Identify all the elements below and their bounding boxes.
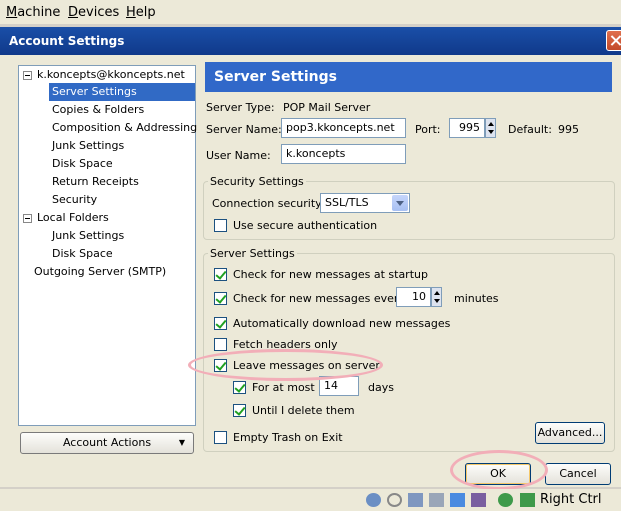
default-port-value: 995 bbox=[558, 123, 579, 136]
collapse-icon[interactable] bbox=[23, 214, 32, 223]
server-settings-title: Server Settings bbox=[208, 247, 297, 260]
for-at-most-label: For at most bbox=[252, 381, 315, 394]
fetch-headers-label: Fetch headers only bbox=[233, 338, 338, 351]
menu-machine[interactable]: Machine bbox=[6, 5, 60, 20]
tree-item-local-junk-settings[interactable]: Junk Settings bbox=[49, 227, 127, 245]
tree-item-server-settings[interactable]: Server Settings bbox=[49, 83, 195, 101]
empty-trash-checkbox[interactable] bbox=[214, 431, 227, 444]
usb-icon[interactable] bbox=[408, 493, 423, 507]
pen-icon[interactable] bbox=[429, 493, 444, 507]
collapse-icon[interactable] bbox=[23, 71, 32, 80]
menu-help[interactable]: Help bbox=[126, 5, 156, 20]
server-name-label: Server Name: bbox=[206, 123, 282, 136]
cancel-button[interactable]: Cancel bbox=[545, 463, 611, 485]
auto-download-label: Automatically download new messages bbox=[233, 317, 451, 330]
tree-item-security[interactable]: Security bbox=[49, 191, 100, 209]
server-type-value: POP Mail Server bbox=[283, 101, 371, 114]
chevron-down-icon bbox=[392, 195, 408, 211]
port-input[interactable]: 995 bbox=[449, 118, 485, 138]
dialog-title: Account Settings bbox=[9, 34, 125, 48]
close-icon[interactable] bbox=[606, 30, 621, 51]
user-name-input[interactable]: k.koncepts bbox=[281, 144, 406, 164]
connection-security-select[interactable]: SSL/TLS bbox=[320, 193, 410, 213]
server-name-input[interactable]: pop3.kkoncepts.net bbox=[281, 118, 406, 138]
default-port-label: Default: bbox=[508, 123, 552, 136]
for-at-most-checkbox[interactable] bbox=[233, 381, 246, 394]
leave-on-server-checkbox[interactable] bbox=[214, 359, 227, 372]
check-startup-label: Check for new messages at startup bbox=[233, 268, 428, 281]
days-unit: days bbox=[368, 381, 394, 394]
advanced-button[interactable]: Advanced... bbox=[535, 422, 605, 444]
until-delete-checkbox[interactable] bbox=[233, 404, 246, 417]
account-actions-label: Account Actions bbox=[62, 436, 152, 449]
check-every-checkbox[interactable] bbox=[214, 292, 227, 305]
until-delete-label: Until I delete them bbox=[252, 404, 355, 417]
leave-on-server-label: Leave messages on server bbox=[233, 359, 380, 372]
menu-devices[interactable]: Devices bbox=[68, 5, 119, 20]
host-key-label: Right Ctrl bbox=[540, 492, 602, 507]
check-interval-stepper[interactable] bbox=[431, 287, 442, 307]
vm-statusbar: Right Ctrl bbox=[0, 489, 621, 511]
account-settings-dialog: Account Settings k.koncepts@kkoncepts.ne… bbox=[0, 27, 621, 490]
check-interval-unit: minutes bbox=[454, 292, 499, 305]
secure-auth-label: Use secure authentication bbox=[233, 219, 378, 232]
port-label: Port: bbox=[415, 123, 441, 136]
security-settings-title: Security Settings bbox=[208, 175, 306, 188]
tree-item-disk-space[interactable]: Disk Space bbox=[49, 155, 116, 173]
mouse-integration-icon[interactable] bbox=[520, 493, 535, 507]
check-interval-input[interactable]: 10 bbox=[396, 287, 431, 307]
tree-item-copies-folders[interactable]: Copies & Folders bbox=[49, 101, 147, 119]
auto-download-checkbox[interactable] bbox=[214, 317, 227, 330]
page-title: Server Settings bbox=[214, 69, 337, 85]
connection-security-value: SSL/TLS bbox=[325, 196, 369, 209]
tree-item-local-folders[interactable]: Local Folders bbox=[34, 209, 112, 227]
secure-auth-checkbox[interactable] bbox=[214, 219, 227, 232]
tree-item-junk-settings[interactable]: Junk Settings bbox=[49, 137, 127, 155]
connection-security-label: Connection security: bbox=[212, 197, 325, 210]
display-icon[interactable] bbox=[471, 493, 486, 507]
account-actions-button[interactable]: Account Actions ▼ bbox=[20, 432, 194, 454]
user-name-label: User Name: bbox=[206, 149, 271, 162]
page-header: Server Settings bbox=[205, 62, 612, 92]
port-stepper[interactable] bbox=[485, 118, 496, 138]
check-every-label: Check for new messages every bbox=[233, 292, 405, 305]
vm-menubar: Machine Devices Help bbox=[0, 0, 621, 24]
optical-drive-icon[interactable] bbox=[387, 493, 402, 507]
check-startup-checkbox[interactable] bbox=[214, 268, 227, 281]
dropdown-arrow-icon: ▼ bbox=[178, 438, 185, 447]
shared-folder-icon[interactable] bbox=[450, 493, 465, 507]
dialog-titlebar[interactable]: Account Settings bbox=[0, 27, 621, 55]
days-input[interactable]: 14 bbox=[319, 376, 359, 396]
server-type-label: Server Type: bbox=[206, 101, 275, 114]
tree-item-outgoing-server[interactable]: Outgoing Server (SMTP) bbox=[31, 263, 169, 281]
tree-item-return-receipts[interactable]: Return Receipts bbox=[49, 173, 142, 191]
fetch-headers-checkbox[interactable] bbox=[214, 338, 227, 351]
empty-trash-label: Empty Trash on Exit bbox=[233, 431, 343, 444]
tree-item-local-disk-space[interactable]: Disk Space bbox=[49, 245, 116, 263]
account-tree[interactable]: k.koncepts@kkoncepts.net Server Settings… bbox=[18, 65, 197, 426]
hard-disk-icon[interactable] bbox=[366, 493, 381, 507]
network-icon[interactable] bbox=[498, 493, 513, 507]
tree-item-account[interactable]: k.koncepts@kkoncepts.net bbox=[34, 66, 188, 84]
tree-item-composition[interactable]: Composition & Addressing bbox=[49, 119, 200, 137]
ok-button[interactable]: OK bbox=[465, 463, 531, 485]
